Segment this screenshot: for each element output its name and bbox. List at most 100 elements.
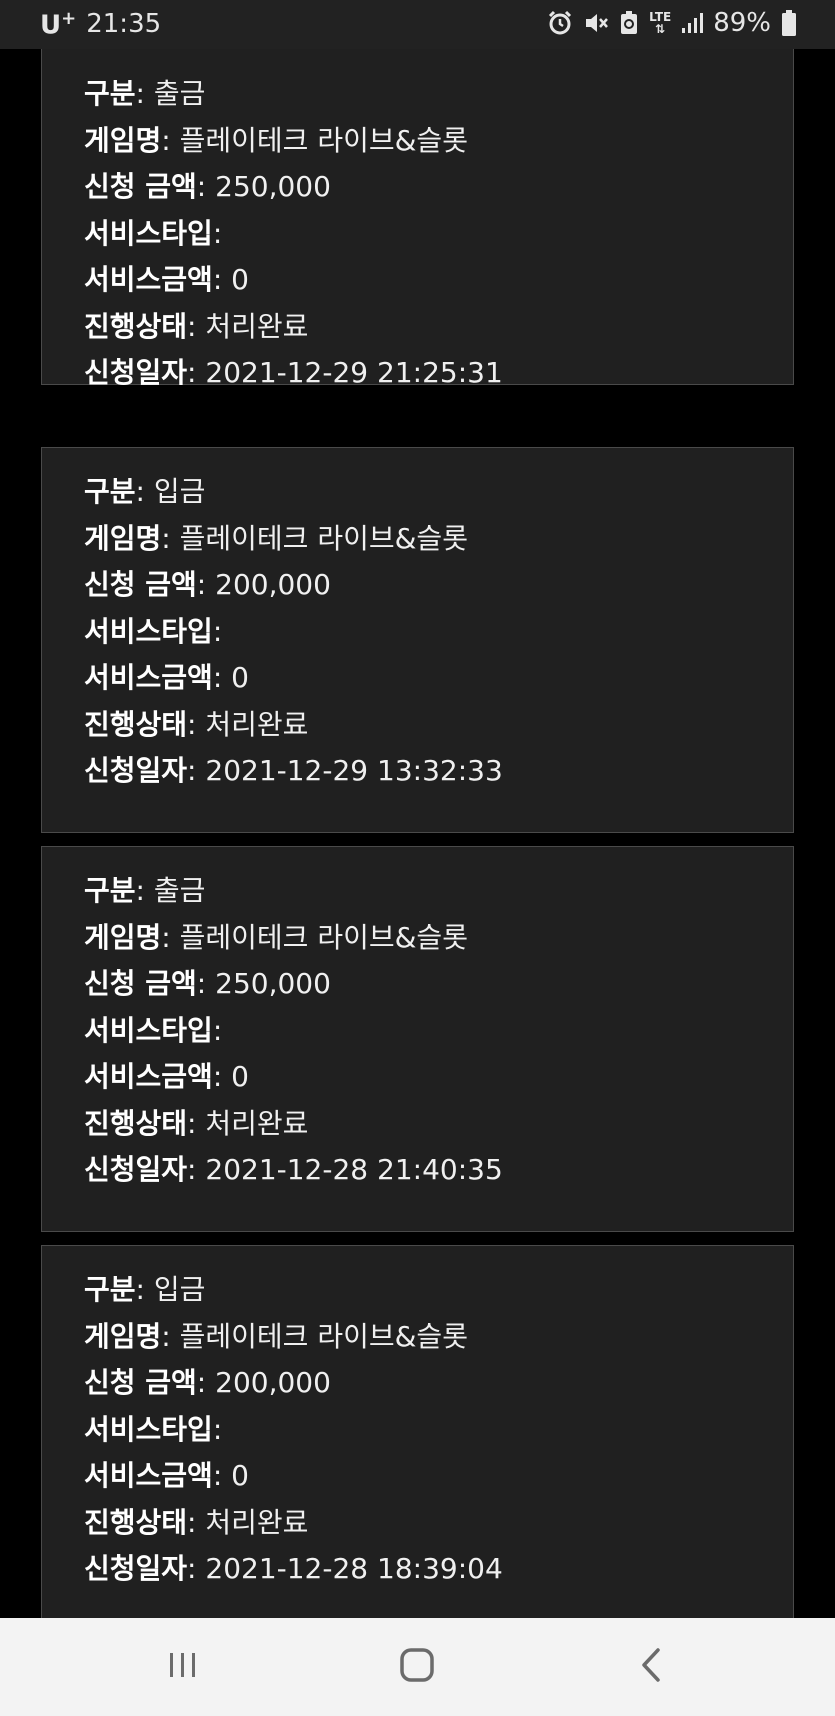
row-value: 출금 <box>144 77 206 110</box>
row-key: 신청 금액 <box>84 568 197 601</box>
row-key: 서비스금액 <box>84 263 213 296</box>
row-key: 신청 금액 <box>84 967 197 1000</box>
row-service-amount: 서비스금액: 0 <box>84 661 249 694</box>
transaction-card[interactable]: 구분: 출금 게임명: 플레이테크 라이브&슬롯 신청 금액: 250,000 … <box>41 49 794 389</box>
row-key: 서비스금액 <box>84 1459 213 1492</box>
row-value: 2021-12-28 18:39:04 <box>196 1552 503 1585</box>
row-value: 플레이테크 라이브&슬롯 <box>170 920 468 954</box>
row-key: 서비스타입 <box>84 614 213 648</box>
row-service-type: 서비스타입: <box>84 1412 223 1446</box>
status-bar: U+ 21:35 LTE ⇅ 89% <box>0 0 835 49</box>
carrier-label: U+ <box>40 8 76 41</box>
row-type: 구분: 입금 <box>84 475 206 508</box>
row-game-name: 게임명: 플레이테크 라이브&슬롯 <box>84 1319 468 1353</box>
row-type: 구분: 출금 <box>84 874 206 907</box>
row-type: 구분: 출금 <box>84 77 206 110</box>
row-key: 구분 <box>84 77 136 110</box>
card-rows: 구분: 입금 게임명: 플레이테크 라이브&슬롯 신청 금액: 200,000 … <box>84 469 503 795</box>
row-key: 신청 금액 <box>84 1366 197 1399</box>
row-key: 서비스금액 <box>84 661 213 694</box>
battery-percent: 89% <box>713 8 771 38</box>
battery-saver-icon <box>619 10 639 36</box>
row-value: 플레이테크 라이브&슬롯 <box>170 123 468 157</box>
transaction-card[interactable]: 구분: 입금 게임명: 플레이테크 라이브&슬롯 신청 금액: 200,000 … <box>41 1245 794 1618</box>
row-value: 200,000 <box>206 1366 331 1399</box>
row-key: 게임명 <box>84 123 162 157</box>
row-amount: 신청 금액: 200,000 <box>84 1366 331 1399</box>
row-date: 신청일자: 2021-12-29 21:25:31 <box>84 356 503 389</box>
mute-icon <box>583 10 609 36</box>
row-key: 신청일자 <box>84 754 188 787</box>
signal-icon <box>681 12 704 34</box>
row-value: 입금 <box>144 1273 206 1306</box>
row-value: 플레이테크 라이브&슬롯 <box>170 521 468 555</box>
row-service-type: 서비스타입: <box>84 216 223 250</box>
transaction-card[interactable]: 구분: 출금 게임명: 플레이테크 라이브&슬롯 신청 금액: 250,000 … <box>41 846 794 1232</box>
row-key: 진행상태 <box>84 707 188 741</box>
home-button[interactable] <box>357 1618 477 1716</box>
row-key: 진행상태 <box>84 309 188 343</box>
row-value: 0 <box>222 661 249 694</box>
row-key: 신청일자 <box>84 1552 188 1585</box>
row-key: 진행상태 <box>84 1505 188 1539</box>
row-key: 서비스타입 <box>84 1013 213 1047</box>
row-value: 200,000 <box>206 568 331 601</box>
card-rows: 구분: 출금 게임명: 플레이테크 라이브&슬롯 신청 금액: 250,000 … <box>84 71 503 397</box>
row-value: 처리완료 <box>196 1505 309 1539</box>
row-key: 서비스타입 <box>84 1412 213 1446</box>
lte-icon: LTE ⇅ <box>649 11 671 35</box>
row-type: 구분: 입금 <box>84 1273 206 1306</box>
row-status: 진행상태: 처리완료 <box>84 1505 309 1539</box>
row-status: 진행상태: 처리완료 <box>84 309 309 343</box>
recents-button[interactable] <box>123 1618 243 1716</box>
row-value: 2021-12-29 13:32:33 <box>196 754 503 787</box>
row-service-type: 서비스타입: <box>84 1013 223 1047</box>
row-key: 진행상태 <box>84 1106 188 1140</box>
row-value: 처리완료 <box>196 707 309 741</box>
recents-icon <box>167 1650 199 1684</box>
transaction-card[interactable]: 구분: 입금 게임명: 플레이테크 라이브&슬롯 신청 금액: 200,000 … <box>41 447 794 833</box>
row-game-name: 게임명: 플레이테크 라이브&슬롯 <box>84 123 468 157</box>
row-key: 구분 <box>84 1273 136 1306</box>
row-value: 2021-12-28 21:40:35 <box>196 1153 503 1186</box>
row-key: 게임명 <box>84 1319 162 1353</box>
row-value: 250,000 <box>206 170 331 203</box>
row-value: 처리완료 <box>196 1106 309 1140</box>
transaction-list[interactable]: 구분: 출금 게임명: 플레이테크 라이브&슬롯 신청 금액: 250,000 … <box>0 49 835 1618</box>
carrier-text: U <box>40 10 62 41</box>
row-key: 게임명 <box>84 920 162 954</box>
row-service-amount: 서비스금액: 0 <box>84 263 249 296</box>
status-left: U+ 21:35 <box>40 8 161 41</box>
row-amount: 신청 금액: 250,000 <box>84 170 331 203</box>
row-amount: 신청 금액: 250,000 <box>84 967 331 1000</box>
data-arrows-icon: ⇅ <box>655 22 666 36</box>
carrier-sup: + <box>61 8 77 29</box>
row-date: 신청일자: 2021-12-29 13:32:33 <box>84 754 503 787</box>
row-value: 0 <box>222 1060 249 1093</box>
row-value: 0 <box>222 1459 249 1492</box>
row-value: 250,000 <box>206 967 331 1000</box>
row-value: 플레이테크 라이브&슬롯 <box>170 1319 468 1353</box>
back-button[interactable] <box>591 1618 711 1716</box>
row-key: 서비스금액 <box>84 1060 213 1093</box>
alarm-icon <box>547 10 573 36</box>
row-status: 진행상태: 처리완료 <box>84 707 309 741</box>
row-date: 신청일자: 2021-12-28 21:40:35 <box>84 1153 503 1186</box>
row-value: 처리완료 <box>196 309 309 343</box>
row-value: 2021-12-29 21:25:31 <box>196 356 503 389</box>
row-key: 구분 <box>84 874 136 907</box>
row-service-type: 서비스타입: <box>84 614 223 648</box>
row-key: 신청 금액 <box>84 170 197 203</box>
row-game-name: 게임명: 플레이테크 라이브&슬롯 <box>84 521 468 555</box>
row-value: 0 <box>222 263 249 296</box>
row-key: 신청일자 <box>84 1153 188 1186</box>
row-key: 구분 <box>84 475 136 508</box>
row-key: 게임명 <box>84 521 162 555</box>
navigation-bar <box>0 1618 835 1716</box>
row-key: 서비스타입 <box>84 216 213 250</box>
status-right: LTE ⇅ 89% <box>547 8 797 38</box>
home-icon <box>399 1647 435 1687</box>
row-date: 신청일자: 2021-12-28 18:39:04 <box>84 1552 503 1585</box>
row-value: 입금 <box>144 475 206 508</box>
back-icon <box>639 1647 663 1687</box>
